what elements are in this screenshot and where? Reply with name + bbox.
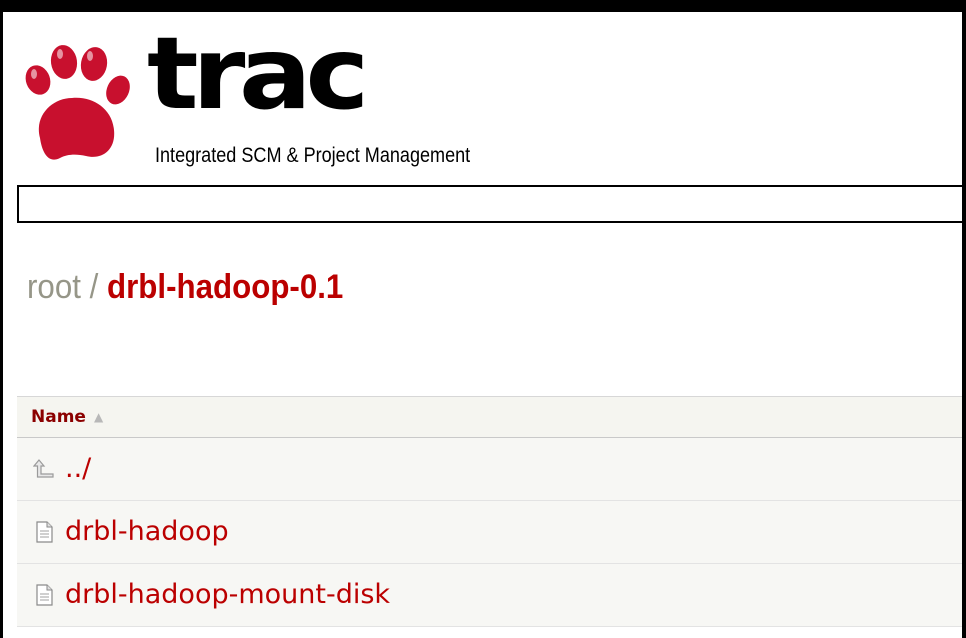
main-nav-bar	[17, 185, 962, 223]
breadcrumb: root / drbl-hadoop-0.1	[27, 268, 343, 307]
column-header-name[interactable]: Name	[31, 407, 86, 427]
table-row-parent[interactable]: ../	[17, 438, 962, 501]
sort-ascending-icon: ▲	[93, 410, 104, 424]
table-row[interactable]: drbl-hadoop-mount-disk	[17, 564, 962, 627]
trac-logo[interactable]: trac Integrated SCM & Project Management	[20, 20, 500, 190]
logo-wordmark: trac	[147, 15, 369, 132]
parent-dir-link[interactable]: ../	[65, 454, 91, 484]
parent-dir-icon	[33, 459, 54, 478]
logo-tagline: Integrated SCM & Project Management	[155, 144, 471, 167]
table-header: Name ▲	[17, 397, 962, 438]
file-icon	[36, 584, 53, 606]
window-frame-edge	[962, 12, 966, 638]
file-link[interactable]: drbl-hadoop-mount-disk	[65, 580, 390, 610]
file-link[interactable]: drbl-hadoop	[65, 517, 229, 547]
breadcrumb-current-dir[interactable]: drbl-hadoop-0.1	[107, 268, 343, 306]
breadcrumb-root-link[interactable]: root	[27, 268, 81, 306]
paw-logo-icon	[25, 45, 130, 160]
file-icon	[36, 521, 53, 543]
directory-listing-table: Name ▲ ../ drbl-hadoop drbl-hadoop-mount…	[17, 396, 962, 627]
breadcrumb-separator: /	[89, 268, 99, 306]
table-row[interactable]: drbl-hadoop	[17, 501, 962, 564]
